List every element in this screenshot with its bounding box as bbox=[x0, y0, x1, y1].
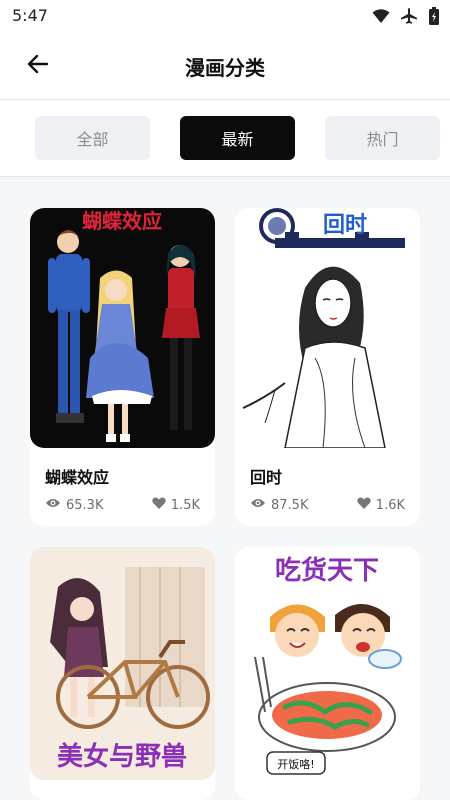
comic-card[interactable]: 美女与野兽 bbox=[30, 547, 215, 800]
tab-popular[interactable]: 热门 bbox=[325, 116, 440, 160]
likes-stat: 1.5K bbox=[152, 497, 200, 513]
comic-cover[interactable]: 吃货天下 开饭咯! bbox=[235, 547, 420, 780]
comic-cover[interactable]: 蝴蝶效应 bbox=[30, 208, 215, 448]
views-stat: 65.3K bbox=[45, 497, 103, 513]
airplane-icon bbox=[400, 7, 418, 29]
views-count: 65.3K bbox=[66, 497, 104, 513]
comic-stats: 87.5K 1.6K bbox=[250, 496, 405, 514]
cover-title: 回时 bbox=[323, 212, 367, 238]
comic-card[interactable]: 回时 回时 87.5K 1.6K bbox=[235, 208, 420, 526]
app-bar: 漫画分类 bbox=[0, 32, 450, 100]
tab-label: 热门 bbox=[366, 130, 399, 149]
likes-count: 1.6K bbox=[375, 497, 405, 513]
views-stat: 87.5K bbox=[250, 497, 308, 513]
tab-latest[interactable]: 最新 bbox=[180, 116, 295, 160]
comic-title: 蝴蝶效应 bbox=[45, 468, 110, 487]
cover-title: 美女与野兽 bbox=[57, 741, 187, 772]
tab-label: 最新 bbox=[221, 130, 254, 149]
status-bar: 5:47 bbox=[0, 0, 450, 32]
status-time: 5:47 bbox=[12, 6, 48, 25]
wifi-icon bbox=[372, 8, 390, 28]
heart-icon bbox=[357, 497, 371, 513]
status-icons bbox=[372, 7, 440, 29]
battery-icon bbox=[428, 7, 440, 29]
eye-icon bbox=[250, 497, 266, 513]
page-title: 漫画分类 bbox=[185, 56, 265, 80]
comic-cover[interactable]: 回时 bbox=[235, 208, 420, 448]
comic-title: 回时 bbox=[250, 468, 283, 487]
views-count: 87.5K bbox=[271, 497, 309, 513]
comic-cover[interactable]: 美女与野兽 bbox=[30, 547, 215, 780]
cover-title: 蝴蝶效应 bbox=[82, 209, 162, 233]
tab-all[interactable]: 全部 bbox=[35, 116, 150, 160]
cover-caption: 开饭咯! bbox=[277, 757, 314, 771]
likes-count: 1.5K bbox=[170, 497, 200, 513]
cover-title: 吃货天下 bbox=[275, 555, 379, 586]
comic-card[interactable]: 蝴蝶效应 蝴蝶效应 65.3K 1.5K bbox=[30, 208, 215, 526]
likes-stat: 1.6K bbox=[357, 497, 405, 513]
category-tabs: 全部 最新 热门 bbox=[0, 101, 450, 177]
comic-stats: 65.3K 1.5K bbox=[45, 496, 200, 514]
eye-icon bbox=[45, 497, 61, 513]
heart-icon bbox=[152, 497, 166, 513]
tab-label: 全部 bbox=[76, 130, 109, 149]
comic-card[interactable]: 吃货天下 开饭咯! bbox=[235, 547, 420, 800]
comic-grid: 蝴蝶效应 蝴蝶效应 65.3K 1.5K 回时 回时 87.5K 1.6K 美女… bbox=[0, 177, 450, 800]
